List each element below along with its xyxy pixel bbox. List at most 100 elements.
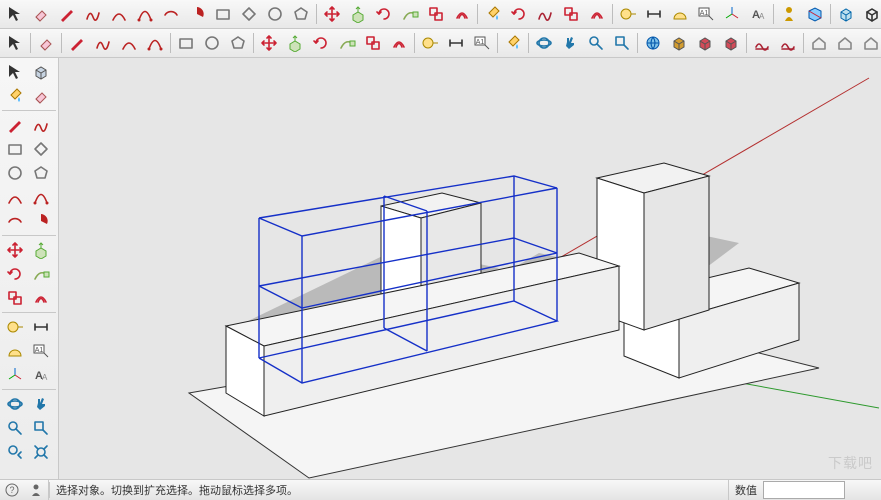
line-icon[interactable]: [55, 2, 79, 26]
value-input[interactable]: [763, 481, 845, 499]
scale-red-icon[interactable]: [559, 2, 583, 26]
select-icon[interactable]: [3, 31, 27, 55]
pan-icon[interactable]: [558, 31, 582, 55]
rotate-red-icon[interactable]: [507, 2, 531, 26]
section-icon[interactable]: [803, 2, 827, 26]
tape-icon[interactable]: [616, 2, 640, 26]
freehand-icon[interactable]: [29, 113, 53, 137]
sandbox2-icon[interactable]: [776, 31, 800, 55]
arc2-icon[interactable]: [133, 2, 157, 26]
zoomext-icon[interactable]: [29, 440, 53, 464]
text-icon[interactable]: A1: [29, 339, 53, 363]
3d-viewport[interactable]: 下载吧: [59, 58, 881, 479]
axes-icon[interactable]: [3, 363, 27, 387]
move-icon[interactable]: [320, 2, 344, 26]
pie-icon[interactable]: [185, 2, 209, 26]
offset-icon[interactable]: [29, 286, 53, 310]
iso-icon[interactable]: [807, 31, 831, 55]
circle-icon[interactable]: [263, 2, 287, 26]
zoomwin-icon[interactable]: [610, 31, 634, 55]
top-icon[interactable]: [833, 31, 857, 55]
dimension-icon[interactable]: [29, 315, 53, 339]
axes-icon[interactable]: [720, 2, 744, 26]
select-icon[interactable]: [3, 2, 27, 26]
offset-icon[interactable]: [387, 31, 411, 55]
rotate-icon[interactable]: [309, 31, 333, 55]
eraser-icon[interactable]: [34, 31, 58, 55]
prev-icon[interactable]: [3, 440, 27, 464]
followme-icon[interactable]: [335, 31, 359, 55]
arc2-icon[interactable]: [29, 185, 53, 209]
pie-icon[interactable]: [29, 209, 53, 233]
arc-icon[interactable]: [117, 31, 141, 55]
polygon-icon[interactable]: [289, 2, 313, 26]
scale-icon[interactable]: [361, 31, 385, 55]
freehand-icon[interactable]: [91, 31, 115, 55]
line-icon[interactable]: [65, 31, 89, 55]
select-icon[interactable]: [3, 60, 27, 84]
move-icon[interactable]: [257, 31, 281, 55]
text3d-icon[interactable]: AA: [746, 2, 770, 26]
zoom-icon[interactable]: [3, 416, 27, 440]
rect-icon[interactable]: [3, 137, 27, 161]
arc3-icon[interactable]: [3, 209, 27, 233]
style1-icon[interactable]: [641, 31, 665, 55]
sandbox1-icon[interactable]: [750, 31, 774, 55]
zoom-icon[interactable]: [584, 31, 608, 55]
freehand-icon[interactable]: [81, 2, 105, 26]
scale-icon[interactable]: [3, 286, 27, 310]
text-icon[interactable]: A1: [470, 31, 494, 55]
component-instance-icon[interactable]: [29, 60, 53, 84]
paint-icon[interactable]: [481, 2, 505, 26]
rect-icon[interactable]: [174, 31, 198, 55]
orbit-icon[interactable]: [3, 392, 27, 416]
dimension-icon[interactable]: [642, 2, 666, 26]
rect-rot-icon[interactable]: [29, 137, 53, 161]
arc-icon[interactable]: [107, 2, 131, 26]
rect-icon[interactable]: [211, 2, 235, 26]
arc2-icon[interactable]: [143, 31, 167, 55]
followme-icon[interactable]: [398, 2, 422, 26]
tape-icon[interactable]: [3, 315, 27, 339]
pushpull-icon[interactable]: [29, 238, 53, 262]
rotate-icon[interactable]: [372, 2, 396, 26]
rect-rot-icon[interactable]: [237, 2, 261, 26]
style4-icon[interactable]: [719, 31, 743, 55]
paint-icon[interactable]: [501, 31, 525, 55]
orbit-icon[interactable]: [532, 31, 556, 55]
follow-curve-icon[interactable]: [533, 2, 557, 26]
pushpull-icon[interactable]: [346, 2, 370, 26]
eraser-icon[interactable]: [29, 2, 53, 26]
polygon-icon[interactable]: [226, 31, 250, 55]
pan-icon[interactable]: [29, 392, 53, 416]
line-icon[interactable]: [3, 113, 27, 137]
offset-icon[interactable]: [450, 2, 474, 26]
offset-red-icon[interactable]: [585, 2, 609, 26]
group-icon[interactable]: [860, 2, 881, 26]
protractor-icon[interactable]: [3, 339, 27, 363]
zoomwin-icon[interactable]: [29, 416, 53, 440]
help-icon[interactable]: ?: [4, 482, 20, 498]
circle-icon[interactable]: [200, 31, 224, 55]
rotate-icon[interactable]: [3, 262, 27, 286]
arc-icon[interactable]: [3, 185, 27, 209]
dimension-icon[interactable]: [444, 31, 468, 55]
person-status-icon[interactable]: [28, 482, 44, 498]
followme-icon[interactable]: [29, 262, 53, 286]
pushpull-icon[interactable]: [283, 31, 307, 55]
component-icon[interactable]: [834, 2, 858, 26]
protractor-icon[interactable]: [668, 2, 692, 26]
style2-icon[interactable]: [667, 31, 691, 55]
paint-icon[interactable]: [3, 84, 27, 108]
circle-icon[interactable]: [3, 161, 27, 185]
tape-icon[interactable]: [418, 31, 442, 55]
front-icon[interactable]: [859, 31, 881, 55]
eraser-icon[interactable]: [29, 84, 53, 108]
scale-icon[interactable]: [424, 2, 448, 26]
polygon-icon[interactable]: [29, 161, 53, 185]
person-icon[interactable]: [777, 2, 801, 26]
arc3-icon[interactable]: [159, 2, 183, 26]
move-icon[interactable]: [3, 238, 27, 262]
text3d-icon[interactable]: AA: [29, 363, 53, 387]
text-icon[interactable]: A1: [694, 2, 718, 26]
